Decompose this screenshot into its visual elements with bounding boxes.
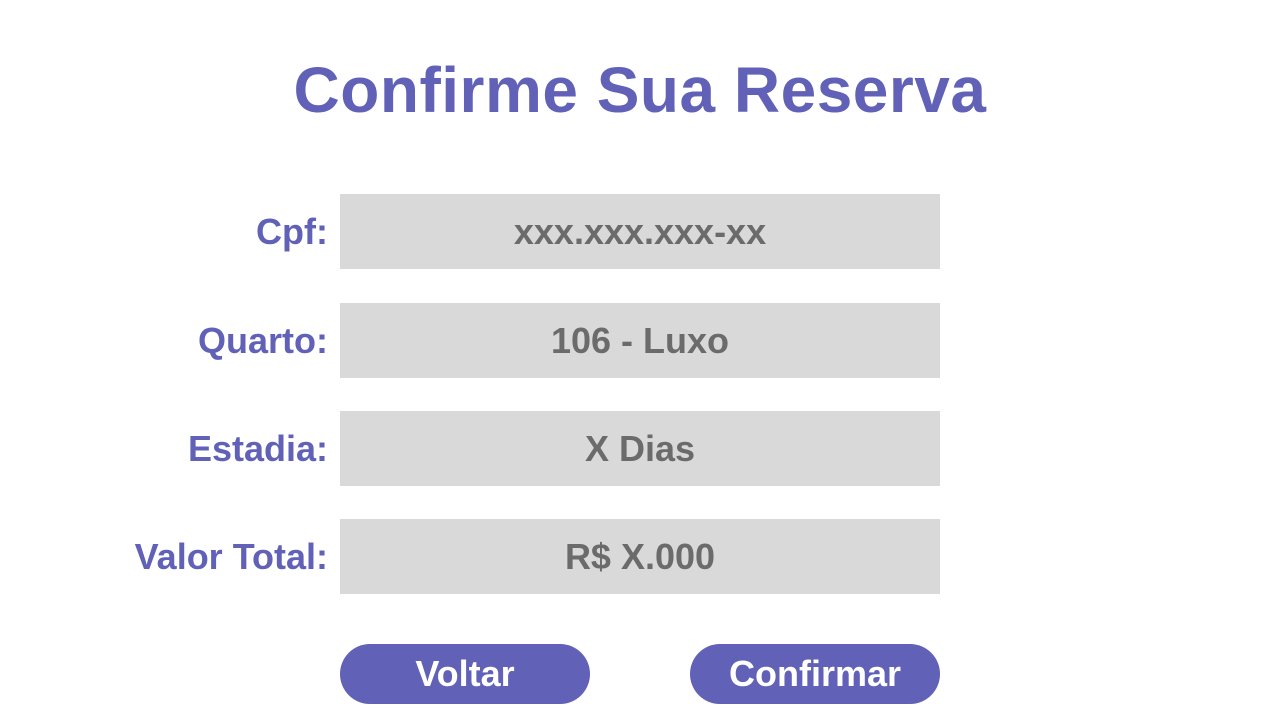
estadia-field: X Dias: [340, 411, 940, 486]
confirm-button[interactable]: Confirmar: [690, 644, 940, 704]
cpf-field: xxx.xxx.xxx-xx: [340, 194, 940, 269]
quarto-field: 106 - Luxo: [340, 303, 940, 378]
back-button[interactable]: Voltar: [340, 644, 590, 704]
quarto-label: Quarto:: [198, 320, 328, 361]
valor-total-label: Valor Total:: [134, 536, 328, 577]
page-title: Confirme Sua Reserva: [293, 54, 987, 126]
estadia-label: Estadia:: [187, 428, 328, 469]
cpf-label: Cpf:: [256, 211, 328, 252]
valor-total-field: R$ X.000: [340, 519, 940, 594]
